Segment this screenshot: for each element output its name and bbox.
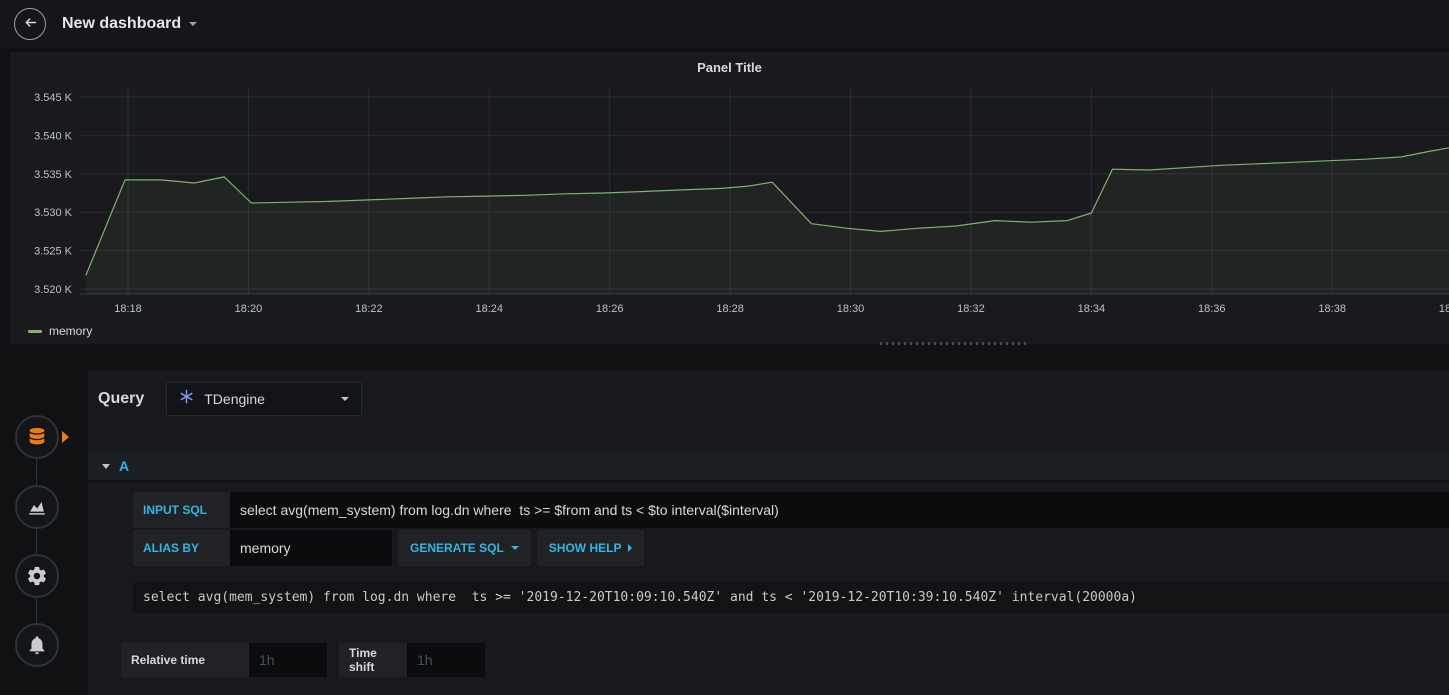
- chevron-down-icon: [189, 22, 198, 26]
- legend-color-swatch: [28, 329, 42, 333]
- tab-queries[interactable]: [15, 415, 59, 459]
- input-sql-row: INPUT SQL: [133, 492, 1449, 528]
- dashboard-title-dropdown[interactable]: New dashboard: [62, 15, 198, 33]
- panel-editor: Query TDengine A INPUT SQL select avg(me…: [0, 358, 1449, 695]
- time-shift-label: Time shift: [339, 643, 407, 677]
- grafana-app: New dashboard Panel Title 3.520 K 3.525 K…: [0, 0, 1449, 695]
- svg-text:18:20: 18:20: [235, 303, 263, 315]
- generate-sql-button[interactable]: GENERATE SQL: [398, 530, 531, 566]
- svg-text:3.545 K: 3.545 K: [34, 92, 73, 104]
- datasource-picker[interactable]: TDengine: [166, 382, 363, 416]
- svg-text:18:40: 18:40: [1439, 303, 1449, 315]
- svg-text:18:30: 18:30: [837, 303, 865, 315]
- generated-sql-preview: select avg(mem_system) from log.dn where…: [133, 582, 1449, 613]
- tab-connector-line: [36, 437, 37, 645]
- top-navbar: New dashboard: [0, 0, 1449, 48]
- collapse-icon: [102, 463, 110, 469]
- input-sql-field[interactable]: [230, 492, 1449, 528]
- query-row-header[interactable]: A: [88, 452, 1449, 482]
- input-sql-label: INPUT SQL: [133, 492, 230, 528]
- query-editor-header: Query TDengine: [88, 370, 1449, 416]
- chevron-down-icon: [510, 546, 519, 550]
- panel-scroll-handle[interactable]: [880, 342, 1028, 345]
- bell-icon: [26, 634, 48, 656]
- alias-by-row: ALIAS BY GENERATE SQL SHOW HELP: [133, 530, 1449, 566]
- svg-text:18:36: 18:36: [1198, 303, 1226, 315]
- datasource-name: TDengine: [204, 391, 265, 407]
- query-editor: Query TDengine A INPUT SQL select avg(me…: [88, 370, 1449, 695]
- time-series-chart[interactable]: 3.520 K 3.525 K 3.530 K 3.535 K 3.540 K 3.545…: [10, 88, 1449, 322]
- generate-sql-label: GENERATE SQL: [410, 541, 504, 555]
- svg-text:18:18: 18:18: [114, 303, 142, 315]
- show-help-label: SHOW HELP: [548, 541, 622, 555]
- active-tab-arrow-icon: [62, 431, 69, 443]
- relative-time-label: Relative time: [121, 643, 249, 677]
- gear-icon: [26, 565, 48, 587]
- graph-panel: Panel Title 3.520 K 3.525 K 3.530 K 3.535 K…: [10, 52, 1449, 344]
- query-section-title: Query: [98, 390, 145, 407]
- chevron-down-icon: [341, 397, 350, 401]
- legend-series-label[interactable]: memory: [49, 324, 92, 338]
- svg-text:3.535 K: 3.535 K: [34, 169, 73, 181]
- svg-text:18:22: 18:22: [355, 303, 383, 315]
- chevron-right-icon: [628, 544, 633, 552]
- svg-text:18:34: 18:34: [1078, 303, 1106, 315]
- svg-text:18:28: 18:28: [716, 303, 744, 315]
- time-shift-field[interactable]: [407, 643, 485, 677]
- database-icon: [26, 426, 48, 448]
- dashboard-title: New dashboard: [62, 15, 182, 32]
- tab-general[interactable]: [15, 554, 59, 598]
- tdengine-logo-icon: [179, 389, 194, 409]
- panel-title[interactable]: Panel Title: [10, 60, 1449, 75]
- svg-text:3.520 K: 3.520 K: [34, 284, 73, 296]
- chart-legend: memory: [28, 324, 92, 338]
- graph-icon: [26, 496, 48, 518]
- alias-by-label: ALIAS BY: [133, 530, 230, 566]
- tab-alert[interactable]: [15, 623, 59, 667]
- svg-text:18:26: 18:26: [596, 303, 624, 315]
- relative-time-field[interactable]: [249, 643, 327, 677]
- svg-text:18:32: 18:32: [957, 303, 985, 315]
- svg-text:18:24: 18:24: [475, 303, 503, 315]
- alias-by-field[interactable]: [230, 530, 392, 566]
- query-ref-id: A: [119, 458, 130, 474]
- svg-text:3.525 K: 3.525 K: [34, 246, 73, 258]
- svg-text:18:38: 18:38: [1318, 303, 1346, 315]
- svg-text:3.530 K: 3.530 K: [34, 207, 73, 219]
- time-options-row: Relative time Time shift: [121, 643, 1449, 677]
- svg-text:3.540 K: 3.540 K: [34, 130, 73, 142]
- back-button[interactable]: [14, 8, 46, 40]
- query-row-body: INPUT SQL ALIAS BY GENERATE SQL SHOW HEL…: [133, 492, 1449, 613]
- arrow-left-icon: [22, 14, 39, 34]
- tab-visualization[interactable]: [15, 485, 59, 529]
- editor-tab-bar: [0, 358, 88, 695]
- show-help-button[interactable]: SHOW HELP: [536, 530, 645, 566]
